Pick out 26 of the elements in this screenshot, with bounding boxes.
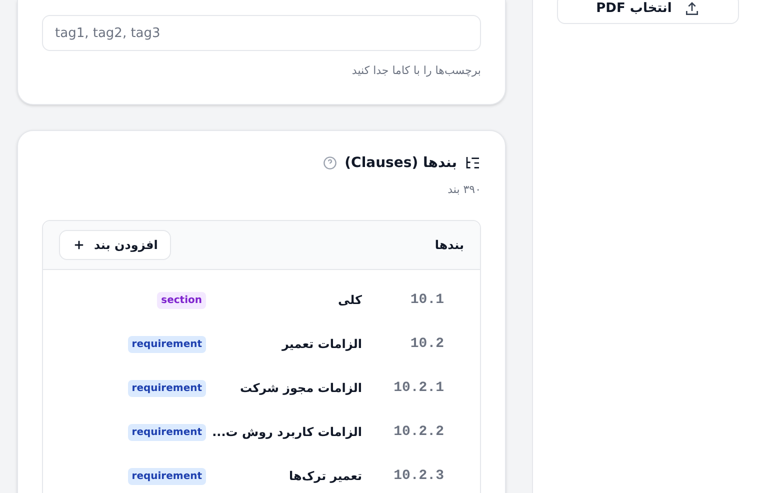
clause-title[interactable]: الزامات کاربرد روش ت... (210, 423, 374, 441)
plus-icon (72, 238, 86, 252)
help-icon (322, 156, 337, 170)
clause-title[interactable]: کلی (210, 291, 374, 309)
clause-type-tag: section (157, 292, 206, 308)
clauses-title: بندها (Clauses) (344, 154, 457, 172)
table-title: بندها (434, 237, 464, 254)
clause-number: 10.2.3 (392, 466, 444, 486)
tags-hint: برچسب‌ها را با کاما جدا کنید (352, 63, 481, 79)
clause-type-tag: requirement (128, 424, 206, 440)
upload-icon (684, 1, 700, 17)
clause-number: 10.2 (409, 334, 444, 354)
clause-type-tag: requirement (128, 336, 206, 352)
clause-title[interactable]: الزامات تعمیر (210, 335, 374, 353)
clause-title[interactable]: تعمیر ترک‌ها (210, 467, 374, 485)
list-tree-icon (465, 155, 481, 171)
upload-pdf-button[interactable]: انتخاب PDF (557, 0, 739, 24)
clause-title[interactable]: الزامات مجوز شرکت (210, 379, 374, 397)
clauses-count: ۳۹۰ بند (448, 182, 481, 198)
clause-number: 10.2.1 (392, 378, 444, 398)
clause-number: 10.2.2 (392, 422, 444, 442)
add-clause-button[interactable]: افزودن بند (59, 230, 171, 260)
tags-input-field[interactable]: tag1, tag2, tag3 (42, 15, 481, 51)
clause-number: 10.1 (409, 290, 444, 310)
clause-type-tag: requirement (128, 468, 206, 484)
clause-type-tag: requirement (128, 380, 206, 396)
